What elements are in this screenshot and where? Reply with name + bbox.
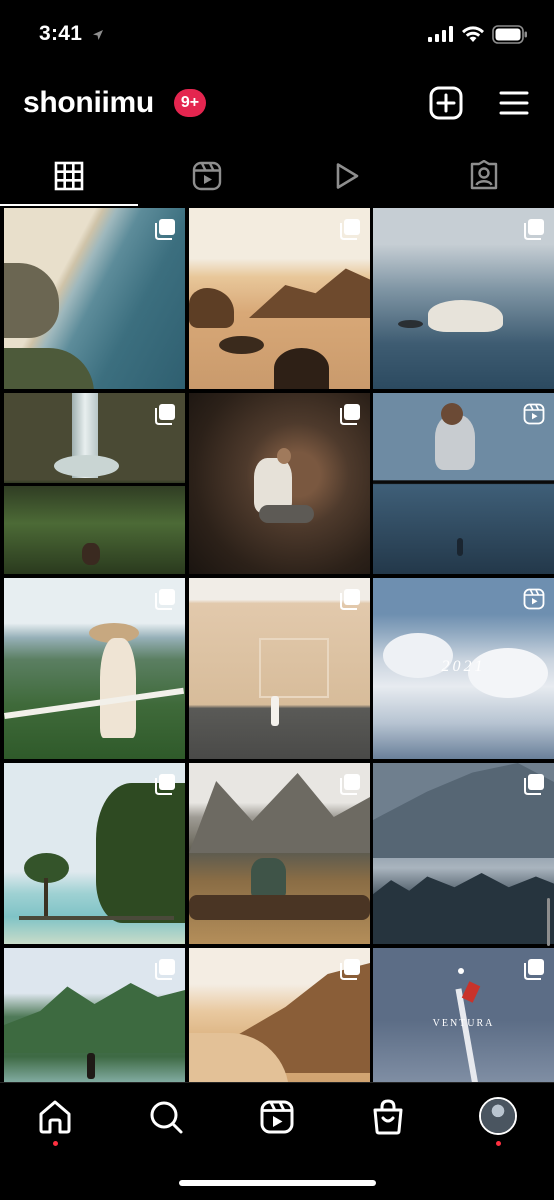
post-tile-12[interactable] [373, 763, 554, 944]
post-tile-4[interactable] [4, 393, 185, 574]
reels-icon [523, 588, 545, 610]
tab-posts-grid[interactable] [0, 150, 138, 206]
carousel-icon [154, 773, 176, 795]
tab-reels[interactable] [138, 150, 276, 204]
post-tile-15[interactable]: VENTURA [373, 948, 554, 1082]
carousel-icon [339, 403, 361, 425]
notification-badge[interactable]: 9+ [174, 89, 206, 117]
post-tile-10[interactable] [4, 763, 185, 944]
tab-selected-indicator [0, 204, 138, 206]
post-tile-8[interactable] [189, 578, 370, 759]
home-indicator[interactable] [179, 1180, 376, 1186]
carousel-icon [154, 958, 176, 980]
post-tile-13[interactable] [4, 948, 185, 1082]
tagged-person-icon [470, 160, 498, 190]
play-icon [336, 163, 359, 189]
post-tile-14[interactable] [189, 948, 370, 1082]
scrollbar-thumb[interactable] [547, 898, 550, 946]
reels-icon [260, 1100, 294, 1134]
post-tile-9[interactable]: 2021 [373, 578, 554, 759]
carousel-icon [339, 958, 361, 980]
carousel-icon [154, 403, 176, 425]
profile-username[interactable]: shoniimu [23, 86, 154, 120]
nav-profile-avatar[interactable] [479, 1097, 517, 1135]
post-caption-ventura: VENTURA [432, 1018, 495, 1029]
post-tile-11[interactable] [189, 763, 370, 944]
tab-tagged[interactable] [415, 150, 553, 204]
posts-grid: 2021 VENTURA [0, 208, 554, 1082]
reels-icon [523, 403, 545, 425]
post-tile-1[interactable] [4, 208, 185, 389]
reels-icon [192, 161, 222, 191]
home-active-dot [53, 1141, 58, 1146]
avatar [481, 1099, 515, 1133]
nav-home-button[interactable] [35, 1097, 75, 1137]
create-post-button[interactable] [428, 85, 464, 121]
shop-icon [373, 1099, 403, 1135]
tab-videos[interactable] [277, 150, 415, 204]
wifi-icon [462, 26, 484, 42]
hamburger-menu-icon [499, 91, 529, 115]
post-tile-7[interactable] [4, 578, 185, 759]
carousel-icon [523, 773, 545, 795]
status-bar: 3:41 [0, 0, 554, 70]
post-tile-2[interactable] [189, 208, 370, 389]
carousel-icon [154, 218, 176, 240]
profile-screen: 3:41 shoniimu 9+ 2021 VENTURA [0, 0, 554, 1200]
cellular-signal-icon [428, 26, 453, 42]
nav-search-button[interactable] [146, 1097, 186, 1137]
grid-icon [54, 161, 84, 191]
menu-button[interactable] [496, 85, 532, 121]
carousel-icon [523, 958, 545, 980]
profile-notification-dot [496, 1141, 501, 1146]
profile-header: shoniimu 9+ [0, 72, 554, 136]
plus-square-icon [429, 86, 463, 120]
carousel-icon [339, 773, 361, 795]
post-tile-5[interactable] [189, 393, 370, 574]
post-tile-3[interactable] [373, 208, 554, 389]
location-arrow-icon [93, 30, 103, 40]
nav-reels-button[interactable] [257, 1097, 297, 1137]
post-caption-2021: 2021 [441, 658, 486, 675]
carousel-icon [523, 218, 545, 240]
home-icon [39, 1100, 71, 1134]
post-tile-6[interactable] [373, 393, 554, 574]
profile-tabs [0, 150, 554, 208]
search-icon [150, 1101, 183, 1134]
carousel-icon [154, 588, 176, 610]
carousel-icon [339, 588, 361, 610]
carousel-icon [339, 218, 361, 240]
nav-shop-button[interactable] [368, 1097, 408, 1137]
status-time: 3:41 [39, 22, 83, 45]
battery-icon [492, 25, 527, 44]
